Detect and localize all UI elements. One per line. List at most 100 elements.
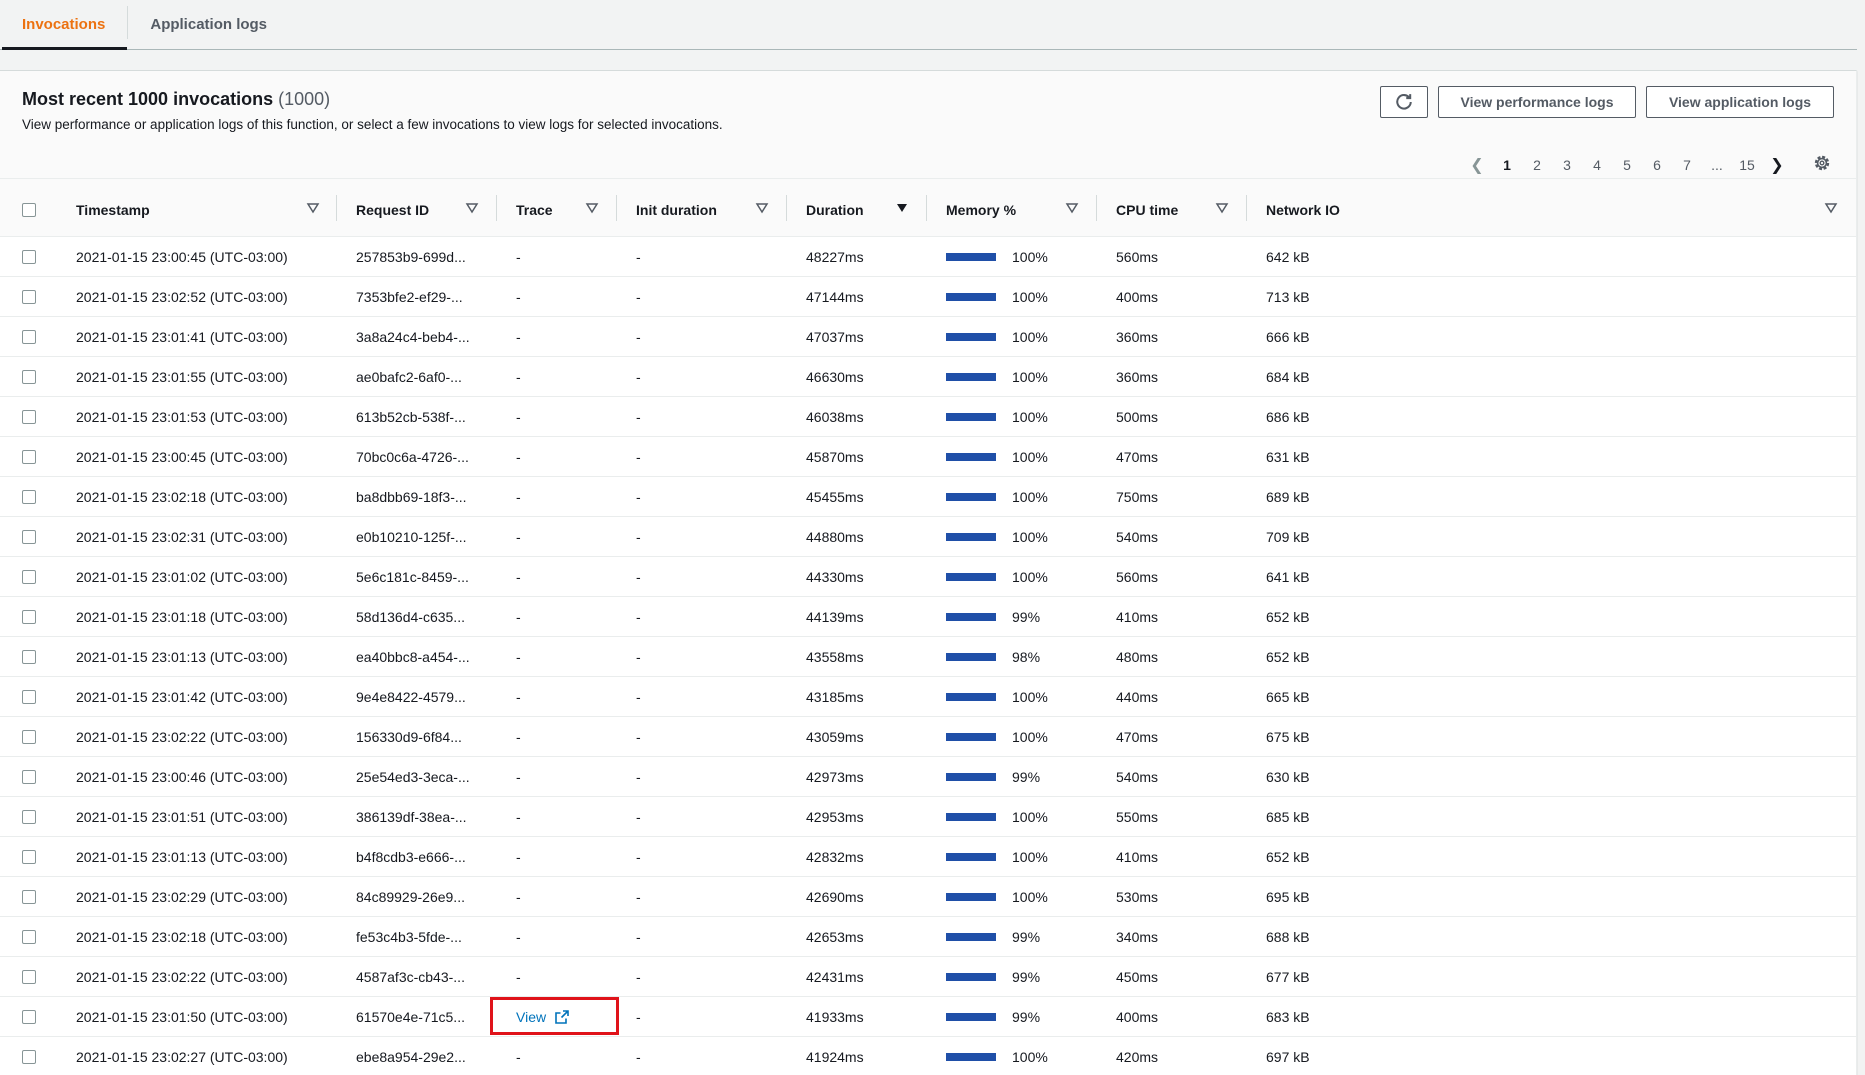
column-header-trace[interactable]: Trace [516,179,553,236]
memory-value: 100% [1012,808,1048,825]
row-checkbox[interactable] [22,529,36,544]
table-row[interactable]: 2021-01-15 23:01:51 (UTC-03:00) 386139df-… [0,797,1856,837]
tab-invocations[interactable]: Invocations [0,0,128,50]
table-row[interactable]: 2021-01-15 23:02:18 (UTC-03:00) ba8dbb69-… [0,477,1856,517]
column-divider[interactable] [336,195,337,221]
row-checkbox[interactable] [22,369,36,384]
page-4[interactable]: 4 [1582,157,1612,173]
column-divider[interactable] [496,195,497,221]
memory-progress-bar [946,252,996,261]
settings-gear-icon[interactable] [1812,153,1832,173]
table-row[interactable]: 2021-01-15 23:01:55 (UTC-03:00) ae0bafc2-… [0,357,1856,397]
row-checkbox[interactable] [22,889,36,904]
table-row[interactable]: 2021-01-15 23:02:52 (UTC-03:00) 7353bfe2-… [0,277,1856,317]
page-7[interactable]: 7 [1672,157,1702,173]
row-checkbox[interactable] [22,1009,36,1024]
table-row[interactable]: 2021-01-15 23:01:50 (UTC-03:00) 61570e4e-… [0,997,1856,1037]
table-row[interactable]: 2021-01-15 23:02:27 (UTC-03:00) ebe8a954-… [0,1037,1856,1075]
table-row[interactable]: 2021-01-15 23:02:18 (UTC-03:00) fe53c4b3-… [0,917,1856,957]
table-row[interactable]: 2021-01-15 23:02:31 (UTC-03:00) e0b10210-… [0,517,1856,557]
column-header-timestamp[interactable]: Timestamp [76,179,150,236]
page-ellipsis: ... [1711,157,1723,173]
column-divider[interactable] [1096,195,1097,221]
page-1[interactable]: 1 [1492,157,1522,173]
view-performance-logs-button[interactable]: View performance logs [1438,86,1636,118]
row-checkbox[interactable] [22,409,36,424]
sort-caret-icon[interactable] [465,201,479,215]
cell-init-duration: - [636,848,641,865]
row-checkbox[interactable] [22,329,36,344]
row-checkbox[interactable] [22,609,36,624]
sort-descending-icon[interactable] [895,201,909,215]
table-row[interactable]: 2021-01-15 23:01:41 (UTC-03:00) 3a8a24c4-… [0,317,1856,357]
memory-value: 99% [1012,928,1041,945]
sort-caret-icon[interactable] [585,201,599,215]
sort-caret-icon[interactable] [755,201,769,215]
cell-cpu-time: 410ms [1116,848,1159,865]
select-all-checkbox[interactable] [22,202,36,217]
previous-page-icon[interactable]: ❮ [1462,155,1492,175]
column-header-network-io[interactable]: Network IO [1266,179,1340,236]
column-divider[interactable] [616,195,617,221]
row-checkbox[interactable] [22,289,36,304]
row-checkbox-cell [22,957,36,996]
page-15[interactable]: 15 [1732,157,1762,173]
sort-caret-icon[interactable] [1065,201,1079,215]
table-row[interactable]: 2021-01-15 23:01:13 (UTC-03:00) ea40bbc8-… [0,637,1856,677]
row-checkbox[interactable] [22,769,36,784]
row-checkbox[interactable] [22,689,36,704]
row-checkbox[interactable] [22,809,36,824]
row-checkbox[interactable] [22,929,36,944]
view-application-logs-button[interactable]: View application logs [1646,86,1834,118]
next-page-icon[interactable]: ❯ [1762,155,1792,175]
cell-trace: - [516,328,521,345]
memory-value: 100% [1012,528,1048,545]
memory-progress-bar [946,652,996,661]
row-checkbox[interactable] [22,649,36,664]
table-row[interactable]: 2021-01-15 23:01:13 (UTC-03:00) b4f8cdb3-… [0,837,1856,877]
column-header-init-duration[interactable]: Init duration [636,179,717,236]
column-divider[interactable] [1246,195,1247,221]
page-5[interactable]: 5 [1612,157,1642,173]
row-checkbox[interactable] [22,1049,36,1064]
select-all-checkbox-cell [22,179,36,236]
sort-caret-icon[interactable] [306,201,320,215]
table-row[interactable]: 2021-01-15 23:00:45 (UTC-03:00) 70bc0c6a-… [0,437,1856,477]
row-checkbox[interactable] [22,249,36,264]
column-header-duration[interactable]: Duration [806,179,864,236]
table-row[interactable]: 2021-01-15 23:02:22 (UTC-03:00) 4587af3c-… [0,957,1856,997]
table-row[interactable]: 2021-01-15 23:01:42 (UTC-03:00) 9e4e8422-… [0,677,1856,717]
row-checkbox[interactable] [22,729,36,744]
column-header-memory[interactable]: Memory % [946,179,1016,236]
column-header-cpu-time[interactable]: CPU time [1116,179,1178,236]
cell-network-io: 689 kB [1266,488,1310,505]
column-divider[interactable] [786,195,787,221]
table-row[interactable]: 2021-01-15 23:01:53 (UTC-03:00) 613b52cb-… [0,397,1856,437]
cell-duration: 44139ms [806,608,864,625]
page-3[interactable]: 3 [1552,157,1582,173]
page-2[interactable]: 2 [1522,157,1552,173]
row-checkbox[interactable] [22,569,36,584]
page-6[interactable]: 6 [1642,157,1672,173]
tab-application-logs[interactable]: Application logs [128,0,289,49]
cell-trace: - [516,528,521,545]
refresh-button[interactable] [1380,86,1428,118]
table-row[interactable]: 2021-01-15 23:00:45 (UTC-03:00) 257853b9-… [0,237,1856,277]
table-row[interactable]: 2021-01-15 23:01:18 (UTC-03:00) 58d136d4-… [0,597,1856,637]
row-checkbox[interactable] [22,449,36,464]
table-row[interactable]: 2021-01-15 23:02:22 (UTC-03:00) 156330d9-… [0,717,1856,757]
memory-value: 100% [1012,368,1048,385]
column-header-request-id[interactable]: Request ID [356,179,429,236]
table-row[interactable]: 2021-01-15 23:00:46 (UTC-03:00) 25e54ed3-… [0,757,1856,797]
row-checkbox[interactable] [22,489,36,504]
sort-caret-icon[interactable] [1824,201,1838,215]
trace-view-link[interactable]: View [516,1009,570,1025]
sort-caret-icon[interactable] [1215,201,1229,215]
table-row[interactable]: 2021-01-15 23:01:02 (UTC-03:00) 5e6c181c-… [0,557,1856,597]
row-checkbox[interactable] [22,849,36,864]
table-row[interactable]: 2021-01-15 23:02:29 (UTC-03:00) 84c89929-… [0,877,1856,917]
cell-memory: 100% [946,317,1048,356]
cell-init-duration: - [636,1008,641,1025]
column-divider[interactable] [926,195,927,221]
row-checkbox[interactable] [22,969,36,984]
